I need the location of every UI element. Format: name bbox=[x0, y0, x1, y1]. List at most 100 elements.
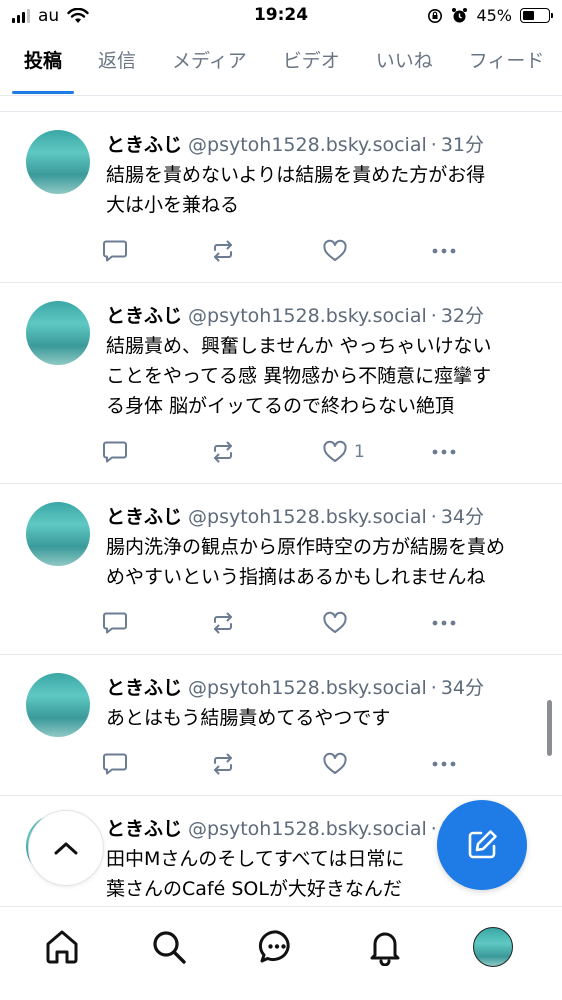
post-text-line: 結腸を責めないよりは結腸を責めた方がお得 bbox=[106, 164, 486, 186]
author-name[interactable]: ときふじ bbox=[106, 305, 182, 327]
like-button[interactable] bbox=[322, 611, 430, 635]
nav-home[interactable] bbox=[42, 927, 82, 967]
compose-pencil-icon bbox=[468, 830, 497, 859]
tab-videos[interactable]: ビデオ bbox=[271, 40, 352, 94]
reply-button[interactable] bbox=[102, 752, 210, 776]
like-button[interactable]: 1 bbox=[322, 440, 430, 464]
more-options-button[interactable] bbox=[430, 440, 470, 464]
repost-button[interactable] bbox=[210, 611, 322, 635]
post-header: ときふじ @psytoh1528.bsky.social · 34分 bbox=[106, 675, 548, 701]
tab-replies[interactable]: 返信 bbox=[86, 40, 148, 94]
post-text: 結腸責め、興奮しませんか やっちゃいけない ことをやってる感 異物感から不随意に痙… bbox=[106, 331, 548, 421]
status-bar: au 19:24 45% bbox=[0, 0, 562, 34]
avatar[interactable] bbox=[26, 301, 90, 365]
repost-button[interactable] bbox=[210, 752, 322, 776]
post-text-line: 大は小を兼ねる bbox=[106, 194, 240, 216]
ellipsis-icon bbox=[432, 761, 456, 767]
reply-button[interactable] bbox=[102, 611, 210, 635]
search-icon bbox=[153, 931, 186, 964]
speech-bubble-icon bbox=[103, 240, 127, 262]
tab-media[interactable]: メディア bbox=[160, 40, 259, 94]
tab-label: フィード bbox=[468, 50, 545, 72]
repost-button[interactable] bbox=[210, 440, 322, 464]
ellipsis-icon bbox=[432, 620, 456, 626]
repost-arrows-icon bbox=[214, 441, 232, 463]
post-item[interactable]: ときふじ @psytoh1528.bsky.social · 31分 結腸を責めないよ… bbox=[0, 112, 562, 283]
profile-tabs: 投稿 返信 メディア ビデオ いいね フィード bbox=[0, 40, 562, 96]
tab-label: 返信 bbox=[98, 50, 137, 72]
compose-button[interactable] bbox=[437, 800, 527, 890]
post-feed[interactable]: ときふじ @psytoh1528.bsky.social · 31分 結腸を責めないよ… bbox=[0, 96, 562, 906]
avatar[interactable] bbox=[26, 502, 90, 566]
more-options-button[interactable] bbox=[430, 611, 470, 635]
separator-dot: · bbox=[430, 506, 437, 528]
nav-chat[interactable] bbox=[257, 927, 297, 967]
author-handle[interactable]: @psytoh1528.bsky.social bbox=[188, 506, 427, 528]
reply-button[interactable] bbox=[102, 440, 210, 464]
nav-profile[interactable] bbox=[473, 927, 513, 967]
reply-button[interactable] bbox=[102, 239, 210, 263]
post-actions bbox=[102, 220, 548, 282]
post-text: あとはもう結腸責めてるやつです bbox=[106, 703, 548, 733]
alarm-icon bbox=[452, 8, 468, 23]
post-header: ときふじ @psytoh1528.bsky.social · 31分 bbox=[106, 132, 548, 158]
author-name[interactable]: ときふじ bbox=[106, 818, 182, 840]
repost-arrows-icon bbox=[214, 612, 232, 634]
avatar[interactable] bbox=[26, 130, 90, 194]
like-button[interactable] bbox=[322, 752, 430, 776]
author-handle[interactable]: @psytoh1528.bsky.social bbox=[188, 134, 427, 156]
battery-icon bbox=[520, 8, 553, 23]
author-name[interactable]: ときふじ bbox=[106, 677, 182, 699]
author-name[interactable]: ときふじ bbox=[106, 506, 182, 528]
like-button[interactable] bbox=[322, 239, 430, 263]
nav-notifications[interactable] bbox=[365, 927, 405, 967]
nav-search[interactable] bbox=[149, 927, 189, 967]
active-tab-indicator bbox=[12, 91, 75, 94]
tab-label: 投稿 bbox=[24, 50, 63, 72]
tab-label: メディア bbox=[172, 50, 247, 72]
chat-bubble-icon bbox=[258, 930, 290, 963]
status-right: 45% bbox=[427, 6, 553, 25]
ellipsis-icon bbox=[432, 248, 456, 254]
heart-icon bbox=[323, 752, 347, 774]
battery-fill bbox=[523, 11, 534, 20]
post-text-line: 結腸責め、興奮しませんか やっちゃいけない bbox=[106, 335, 492, 357]
author-handle[interactable]: @psytoh1528.bsky.social bbox=[188, 677, 427, 699]
author-handle[interactable]: @psytoh1528.bsky.social bbox=[188, 818, 427, 840]
speech-bubble-icon bbox=[103, 612, 127, 634]
rotation-lock-icon bbox=[428, 8, 443, 23]
post-item[interactable]: ときふじ @psytoh1528.bsky.social · 34分 あとはもう結腸責… bbox=[0, 655, 562, 796]
avatar[interactable] bbox=[26, 673, 90, 737]
separator-dot: · bbox=[430, 677, 437, 699]
ellipsis-icon bbox=[432, 449, 456, 455]
scrollbar-thumb[interactable] bbox=[547, 700, 552, 756]
more-options-button[interactable] bbox=[430, 239, 470, 263]
separator-dot: · bbox=[430, 305, 437, 327]
post-text-line: めやすいという指摘はあるかもしれませんね bbox=[106, 566, 486, 588]
post-text: 結腸を責めないよりは結腸を責めた方がお得 大は小を兼ねる bbox=[106, 160, 548, 220]
author-handle[interactable]: @psytoh1528.bsky.social bbox=[188, 305, 427, 327]
scroll-to-top-button[interactable] bbox=[28, 810, 104, 886]
post-text-line: る身体 脳がイッてるので終わらない絶頂 bbox=[106, 395, 455, 417]
chevron-up-icon bbox=[54, 842, 78, 855]
post-text-line: 腸内洗浄の観点から原作時空の方が結腸を責め bbox=[106, 536, 506, 558]
post-item[interactable]: ときふじ @psytoh1528.bsky.social · 32分 結腸責め、興奮し… bbox=[0, 283, 562, 484]
post-header: ときふじ @psytoh1528.bsky.social · 32分 bbox=[106, 303, 548, 329]
bell-icon bbox=[370, 932, 400, 966]
tab-feeds[interactable]: フィード bbox=[457, 40, 557, 94]
tab-posts[interactable]: 投稿 bbox=[12, 40, 75, 94]
speech-bubble-icon bbox=[103, 753, 127, 775]
post-header: ときふじ @psytoh1528.bsky.social · 34分 bbox=[106, 504, 548, 530]
author-name[interactable]: ときふじ bbox=[106, 134, 182, 156]
separator-dot: · bbox=[430, 818, 437, 840]
tab-label: いいね bbox=[375, 50, 433, 72]
like-count: 1 bbox=[354, 442, 365, 462]
post-item[interactable]: ときふじ @psytoh1528.bsky.social · 34分 腸内洗浄の観点か… bbox=[0, 484, 562, 655]
more-options-button[interactable] bbox=[430, 752, 470, 776]
tab-likes[interactable]: いいね bbox=[364, 40, 445, 94]
avatar bbox=[473, 927, 513, 967]
repost-arrows-icon bbox=[214, 753, 232, 775]
repost-button[interactable] bbox=[210, 239, 322, 263]
feed-divider bbox=[0, 96, 562, 112]
post-age: 31分 bbox=[440, 134, 484, 156]
